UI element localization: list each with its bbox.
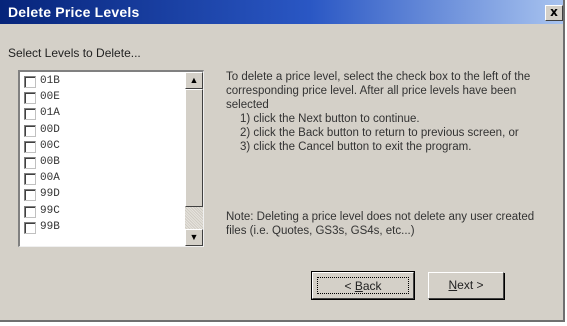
instruction-step: 2) click the Back button to return to pr…	[240, 127, 519, 139]
level-checkbox[interactable]	[24, 124, 36, 137]
level-checkbox[interactable]	[24, 140, 36, 153]
back-button-rest: ack	[362, 279, 382, 293]
next-button-accel: N	[448, 278, 458, 292]
level-checkbox[interactable]	[24, 92, 36, 105]
next-button[interactable]: Next >	[428, 272, 504, 299]
back-button[interactable]: < Back	[311, 271, 415, 300]
window-title: Delete Price Levels	[8, 4, 140, 20]
level-checkbox[interactable]	[24, 205, 36, 218]
instruction-step: 3) click the Cancel button to exit the p…	[240, 141, 472, 153]
level-list-item[interactable]: 99B	[22, 220, 182, 236]
level-label: 99D	[40, 188, 60, 201]
level-label: 99B	[40, 220, 60, 233]
level-checkbox[interactable]	[24, 108, 36, 121]
level-list-item[interactable]: 00B	[22, 155, 182, 171]
next-button-rest: ext >	[457, 278, 484, 292]
level-checkbox[interactable]	[24, 189, 36, 202]
level-list-item[interactable]: 00A	[22, 171, 182, 187]
back-button-accel: B	[354, 279, 363, 293]
price-levels-list[interactable]: 01B 00E 01A 00D 00C 00B 00A 99D 99C 99B ▲ ▼	[18, 70, 204, 247]
instruction-step: 1) click the Next button to continue.	[240, 113, 420, 125]
level-label: 00E	[40, 91, 60, 104]
level-label: 01B	[40, 75, 60, 87]
instructions-intro: To delete a price level, select the chec…	[226, 71, 531, 111]
level-list-item[interactable]: 99D	[22, 187, 182, 203]
level-checkbox[interactable]	[24, 221, 36, 234]
level-label: 01A	[40, 107, 60, 120]
level-checkbox[interactable]	[24, 156, 36, 169]
level-label: 99C	[40, 204, 60, 217]
price-levels-items: 01B 00E 01A 00D 00C 00B 00A 99D 99C 99B	[22, 74, 182, 236]
note-text: Note: Deleting a price level does not de…	[226, 211, 535, 237]
scroll-thumb[interactable]	[185, 89, 203, 207]
scroll-up-button[interactable]: ▲	[185, 72, 203, 89]
back-button-prefix: <	[344, 279, 355, 293]
title-bar[interactable]: Delete Price Levels x	[0, 0, 563, 24]
close-button[interactable]: x	[545, 5, 563, 21]
back-button-focus-rect: < Back	[317, 277, 409, 294]
level-list-item[interactable]: 01B	[22, 74, 182, 90]
level-list-item[interactable]: 00D	[22, 123, 182, 139]
level-list-item[interactable]: 00E	[22, 90, 182, 106]
level-label: 00D	[40, 123, 60, 136]
level-checkbox[interactable]	[24, 76, 36, 88]
delete-price-levels-dialog: Delete Price Levels x Select Levels to D…	[0, 0, 565, 322]
instructions-text: To delete a price level, select the chec…	[226, 70, 546, 154]
level-label: 00B	[40, 155, 60, 168]
scroll-down-button[interactable]: ▼	[185, 229, 203, 246]
level-list-item[interactable]: 00C	[22, 139, 182, 155]
level-label: 00A	[40, 172, 60, 185]
level-list-item[interactable]: 01A	[22, 106, 182, 122]
level-list-item[interactable]: 99C	[22, 204, 182, 220]
list-scrollbar[interactable]: ▲ ▼	[185, 72, 203, 246]
select-levels-label: Select Levels to Delete...	[8, 46, 141, 60]
level-checkbox[interactable]	[24, 173, 36, 186]
level-label: 00C	[40, 139, 60, 152]
